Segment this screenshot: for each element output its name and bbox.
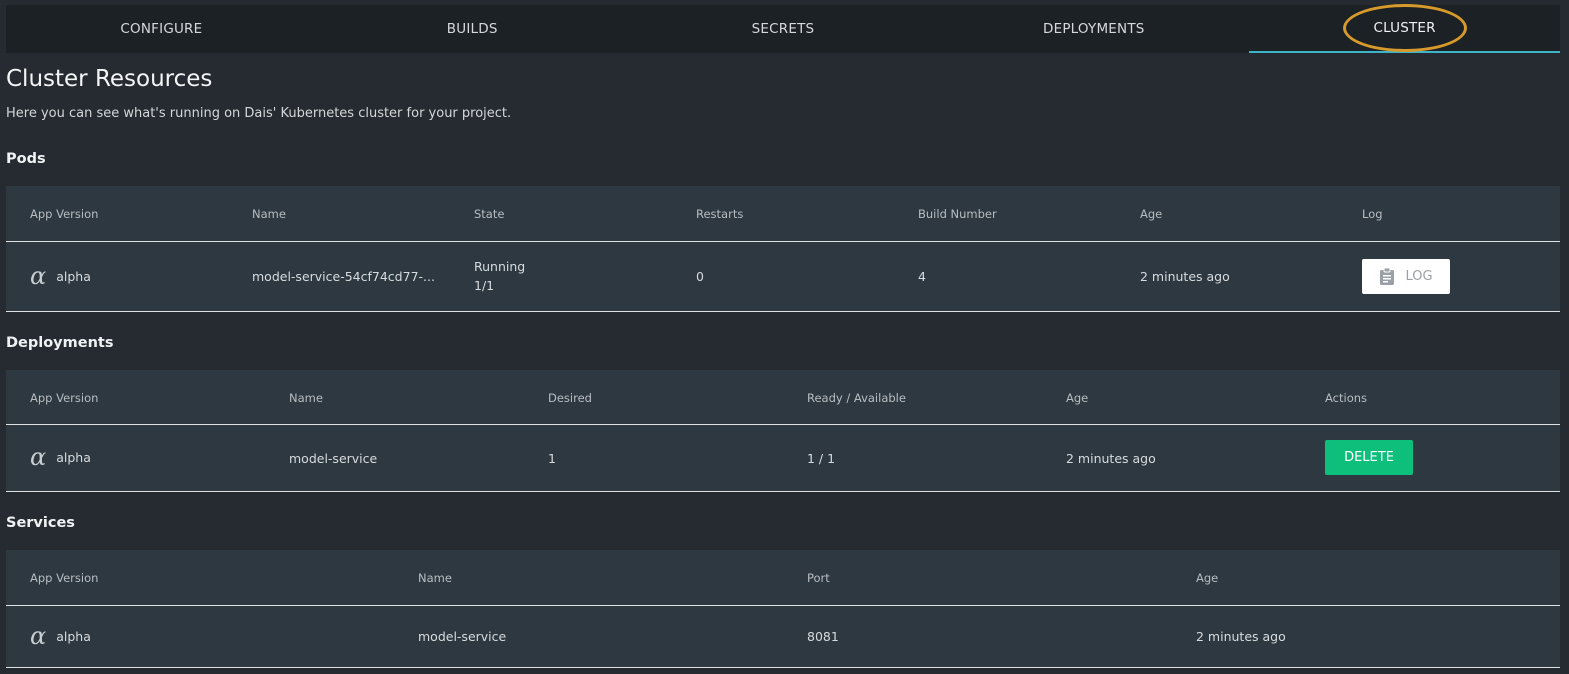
deployments-section-title: Deployments [6, 335, 114, 351]
column-header: Age [1066, 391, 1089, 405]
column-header: Name [289, 391, 323, 405]
services-section-title: Services [6, 515, 75, 531]
tab-label: BUILDS [446, 21, 498, 37]
column-header: Name [418, 571, 452, 585]
column-header: State [474, 207, 505, 221]
page-title: Cluster Resources [6, 66, 213, 92]
app-version: α alpha [30, 264, 91, 288]
nav-tabs: CONFIGURE BUILDS SECRETS DEPLOYMENTS CLU… [6, 4, 1560, 53]
alpha-icon: α [30, 262, 47, 290]
deployment-desired: 1 [548, 451, 556, 466]
column-header: App Version [30, 207, 99, 221]
column-header: Actions [1325, 391, 1368, 405]
app-version-label: alpha [56, 628, 91, 644]
app-version: α alpha [30, 624, 91, 648]
table-row: α alpha model-service-54cf74cd77-... Run… [6, 242, 1560, 312]
app-version-label: alpha [56, 449, 91, 465]
table-row: α alpha model-service 1 1 / 1 2 minutes … [6, 425, 1560, 492]
tab-deployments[interactable]: DEPLOYMENTS [938, 5, 1249, 53]
tab-label: SECRETS [751, 21, 815, 37]
column-header: Ready / Available [807, 391, 906, 405]
pod-name: model-service-54cf74cd77-... [252, 269, 435, 284]
clipboard-icon [1380, 267, 1395, 285]
pod-build-number: 4 [918, 269, 926, 284]
tab-configure[interactable]: CONFIGURE [6, 5, 317, 53]
deployment-name: model-service [289, 451, 378, 466]
log-button-label: LOG [1405, 269, 1433, 284]
column-header: App Version [30, 391, 99, 405]
tab-label: CLUSTER [1373, 20, 1436, 36]
tab-label: CONFIGURE [120, 21, 203, 37]
deployment-age: 2 minutes ago [1066, 451, 1156, 466]
log-button[interactable]: LOG [1362, 259, 1450, 294]
app-version: α alpha [30, 445, 91, 469]
pod-age: 2 minutes ago [1140, 269, 1230, 284]
tab-builds[interactable]: BUILDS [317, 5, 628, 53]
column-header: Age [1196, 571, 1219, 585]
services-table: App Version Name Port Age α alpha model-… [6, 550, 1560, 668]
alpha-icon: α [30, 622, 47, 650]
table-header: App Version Name Port Age [6, 550, 1560, 606]
pod-restarts: 0 [696, 269, 704, 284]
tab-secrets[interactable]: SECRETS [628, 5, 939, 53]
service-port: 8081 [807, 629, 839, 644]
pod-state: Running [474, 259, 526, 274]
page-subtitle: Here you can see what's running on Dais'… [6, 106, 512, 121]
app-version-label: alpha [56, 268, 91, 284]
alpha-icon: α [30, 443, 47, 471]
column-header: Restarts [696, 207, 744, 221]
table-header: App Version Name Desired Ready / Availab… [6, 370, 1560, 425]
column-header: Age [1140, 207, 1163, 221]
service-name: model-service [418, 629, 507, 644]
column-header: App Version [30, 571, 99, 585]
deployments-table: App Version Name Desired Ready / Availab… [6, 370, 1560, 492]
column-header: Desired [548, 391, 592, 405]
delete-button-label: DELETE [1344, 450, 1394, 465]
column-header: Name [252, 207, 286, 221]
column-header: Port [807, 571, 830, 585]
table-row: α alpha model-service 8081 2 minutes ago [6, 606, 1560, 668]
pods-table: App Version Name State Restarts Build Nu… [6, 186, 1560, 312]
column-header: Log [1362, 207, 1383, 221]
pod-state-count: 1/1 [474, 278, 495, 293]
column-header: Build Number [918, 207, 997, 221]
tab-label: DEPLOYMENTS [1043, 21, 1145, 37]
table-header: App Version Name State Restarts Build Nu… [6, 186, 1560, 242]
delete-button[interactable]: DELETE [1325, 440, 1413, 475]
deployment-ready: 1 / 1 [807, 451, 836, 466]
tab-cluster[interactable]: CLUSTER [1249, 4, 1560, 53]
service-age: 2 minutes ago [1196, 629, 1286, 644]
pods-section-title: Pods [6, 151, 46, 167]
